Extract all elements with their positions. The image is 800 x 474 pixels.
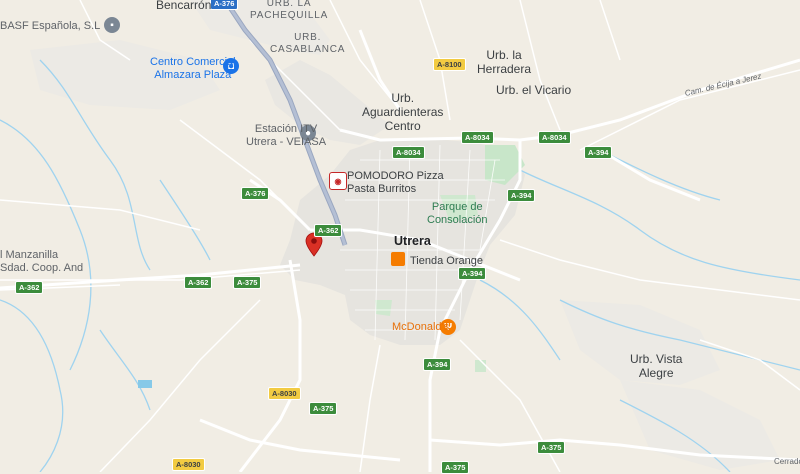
town-label-utrera: Utrera — [394, 234, 431, 248]
road-shield-a375: A-375 — [537, 441, 566, 454]
road-shield-a394: A-394 — [584, 146, 613, 159]
road-shield-a376: A-376 — [241, 187, 270, 200]
district-label-aguardienteras: Urb. Aguardienteras Centro — [362, 91, 444, 133]
district-label-la-herradera: Urb. la Herradera — [477, 48, 532, 76]
park-area — [375, 300, 392, 316]
poi-label-tienda-orange[interactable]: Tienda Orange — [410, 255, 483, 268]
road-shield-a362: A-362 — [314, 224, 343, 237]
district-label-la-pachequilla: URB. LA PACHEQUILLA — [250, 0, 329, 21]
road-shield-a394: A-394 — [507, 189, 536, 202]
road-shield-a8034: A-8034 — [538, 131, 571, 144]
road-shield-a362: A-362 — [15, 281, 44, 294]
poi-label-estacion-itv[interactable]: Estación ITV Utrera - VEIASA — [246, 123, 326, 148]
road-shield-a376: A-376 — [210, 0, 239, 10]
district-label-el-vicario: Urb. el Vicario — [496, 83, 572, 97]
poi-label-mcdonalds[interactable]: McDonald's — [392, 321, 449, 334]
road-shield-a8034: A-8034 — [461, 131, 494, 144]
place-label-bencarron: Bencarrón — [156, 0, 212, 12]
road-shield-a375: A-375 — [233, 276, 262, 289]
road-shield-a394: A-394 — [423, 358, 452, 371]
road-shield-a8100: A-8100 — [433, 58, 466, 71]
district-label-casablanca: URB. CASABLANCA — [270, 32, 346, 55]
poi-label-centro-comercial[interactable]: Centro Comercial Almazara Plaza — [150, 56, 236, 81]
road-shield-a375: A-375 — [441, 461, 470, 474]
road-shield-a375: A-375 — [309, 402, 338, 415]
store-icon[interactable] — [391, 252, 405, 266]
road-shield-a8030: A-8030 — [268, 387, 301, 400]
district-label-vista-alegre: Urb. Vista Alegre — [630, 352, 683, 380]
road-shield-a362: A-362 — [184, 276, 213, 289]
poi-label-parque-consolacion[interactable]: Parque de Consolación — [427, 201, 488, 226]
road-shield-a394: A-394 — [458, 267, 487, 280]
poi-label-manzanilla[interactable]: l Manzanilla Sdad. Coop. And — [0, 249, 83, 274]
road-shield-a8034: A-8034 — [392, 146, 425, 159]
road-shield-a8030: A-8030 — [172, 458, 205, 471]
park-area — [475, 360, 486, 372]
poi-label-basf[interactable]: BASF Española, S.L — [0, 20, 100, 33]
factory-icon[interactable]: ▪ — [104, 17, 120, 33]
poi-label-pomodoro[interactable]: POMODORO Pizza Pasta Burritos — [347, 170, 444, 195]
restaurant-logo-icon[interactable]: ◉ — [329, 172, 347, 190]
map-label-cerrado: Cerrado — [774, 457, 800, 466]
pond — [138, 380, 152, 388]
